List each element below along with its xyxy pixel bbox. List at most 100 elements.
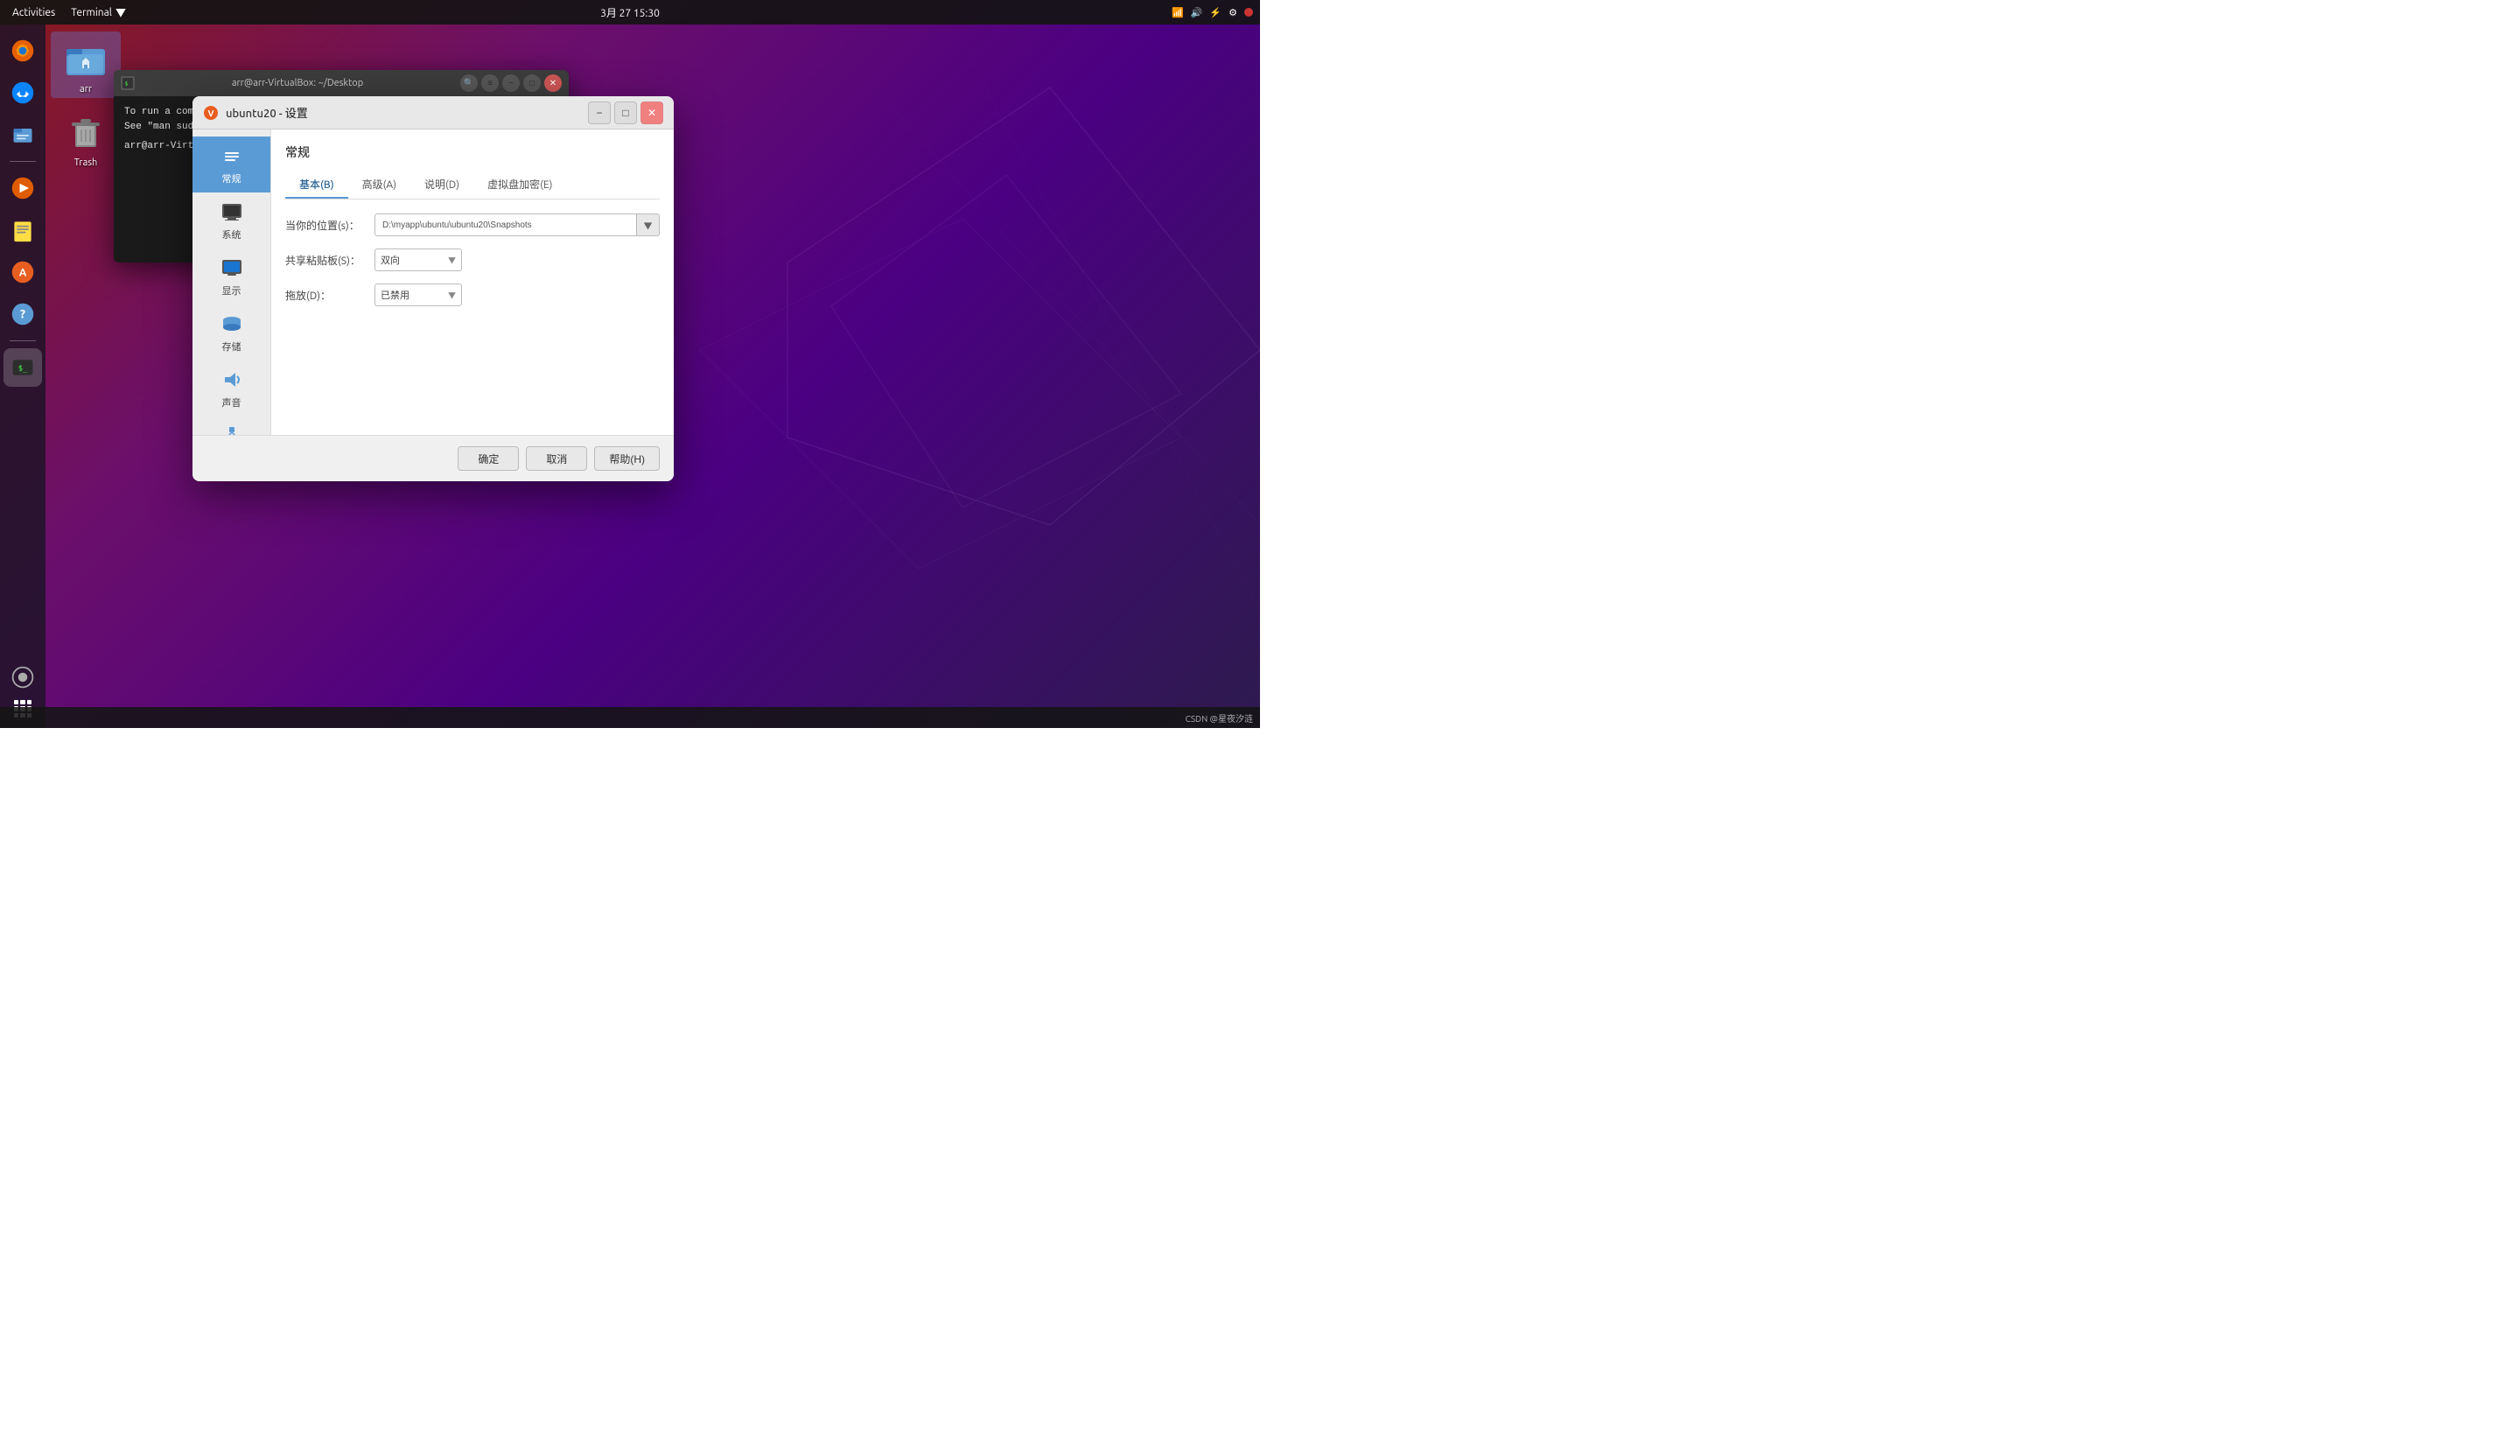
svg-text:?: ? (20, 306, 25, 320)
desktop: Activities Terminal ▼ 3月 27 15:30 📶 🔊 ⚡ … (0, 0, 1260, 728)
settings-row-location: 当你的位置(s)： ▼ (285, 214, 660, 236)
settings-titlebar: V ubuntu20 - 设置 − □ ✕ (192, 96, 674, 130)
location-dropdown-button[interactable]: ▼ (637, 214, 660, 236)
terminal-minimize-button[interactable]: − (502, 74, 520, 92)
settings-subtabs: 基本(B) 高级(A) 说明(D) 虚拟盘加密(E) (285, 172, 660, 200)
taskbar-separator-2 (10, 340, 36, 341)
svg-text:V: V (208, 108, 214, 118)
terminal-title-text: arr@arr-VirtualBox: ~/Desktop (142, 78, 453, 88)
arr-folder-icon (63, 35, 108, 80)
nav-item-storage[interactable]: 存储 (192, 304, 270, 360)
general-nav-icon (220, 144, 244, 168)
cancel-button[interactable]: 取消 (526, 446, 587, 471)
svg-text:$_: $_ (18, 365, 28, 374)
dragdrop-dropdown-value: 已禁用 (381, 288, 410, 302)
arr-label: arr (80, 84, 92, 94)
location-label: 当你的位置(s)： (285, 218, 364, 233)
settings-close-button[interactable]: ✕ (640, 102, 663, 124)
settings-content: 常规 系统 (192, 130, 674, 435)
tab-basic[interactable]: 基本(B) (285, 172, 348, 199)
desktop-icon-arr[interactable]: arr (51, 32, 121, 98)
svg-text:$: $ (125, 81, 129, 88)
location-input[interactable] (374, 214, 637, 236)
settings-title-icon: V (203, 105, 219, 121)
clipboard-value: 双向 ▼ (374, 248, 660, 271)
terminal-menu-label: Terminal (71, 7, 112, 18)
nav-item-display[interactable]: 显示 (192, 248, 270, 304)
location-input-group: ▼ (374, 214, 660, 236)
terminal-close-button[interactable]: ✕ (544, 74, 562, 92)
status-bar-right: CSDN @星夜汐涟 (1186, 711, 1253, 724)
taskbar-icon-notes[interactable] (4, 211, 42, 249)
taskbar-icon-help[interactable]: ? (4, 295, 42, 333)
tab-disk[interactable]: 虚拟盘加密(E) (473, 172, 566, 199)
audio-nav-icon (220, 368, 244, 392)
dragdrop-value: 已禁用 ▼ (374, 284, 660, 306)
clipboard-dropdown[interactable]: 双向 ▼ (374, 248, 462, 271)
nav-item-general[interactable]: 常规 (192, 136, 270, 192)
settings-section-title: 常规 (285, 144, 660, 161)
taskbar: A ? $_ (0, 24, 46, 728)
nav-label-storage: 存储 (222, 340, 242, 354)
tab-description[interactable]: 说明(D) (410, 172, 473, 199)
taskbar-icon-circle[interactable] (4, 658, 42, 696)
settings-maximize-button[interactable]: □ (614, 102, 637, 124)
taskbar-icon-firefox[interactable] (4, 32, 42, 70)
settings-row-clipboard: 共享粘贴板(S)： 双向 ▼ (285, 248, 660, 271)
status-bar: CSDN @星夜汐涟 (0, 707, 1260, 728)
storage-nav-icon (220, 312, 244, 336)
network-nav-icon (220, 424, 244, 435)
nav-item-audio[interactable]: 声音 (192, 360, 270, 416)
desktop-icon-trash[interactable]: Trash (51, 105, 121, 172)
taskbar-icon-terminal[interactable]: $_ (4, 348, 42, 387)
network-icon: 📶 (1172, 7, 1184, 18)
terminal-title-icon: $ (121, 76, 135, 90)
taskbar-separator-1 (10, 161, 36, 162)
settings-row-dragdrop: 拖放(D)： 已禁用 ▼ (285, 284, 660, 306)
activities-button[interactable]: Activities (7, 5, 60, 20)
svg-text:A: A (19, 267, 27, 278)
settings-nav: 常规 系统 (192, 130, 271, 435)
tab-advanced[interactable]: 高级(A) (348, 172, 410, 199)
top-bar-datetime: 3月 27 15:30 (600, 5, 660, 20)
terminal-menu[interactable]: Terminal ▼ (71, 5, 126, 20)
system-nav-icon (220, 200, 244, 224)
settings-main-panel: 常规 基本(B) 高级(A) 说明(D) 虚拟盘加密(E) 当你的位置(s)： … (271, 130, 674, 435)
taskbar-icon-files[interactable] (4, 116, 42, 154)
trash-icon (63, 108, 108, 154)
top-bar: Activities Terminal ▼ 3月 27 15:30 📶 🔊 ⚡ … (0, 0, 1260, 24)
settings-minimize-button[interactable]: − (588, 102, 611, 124)
nav-label-audio: 声音 (222, 396, 242, 410)
top-bar-left: Activities Terminal ▼ (7, 5, 126, 20)
nav-label-display: 显示 (222, 284, 242, 298)
settings-window-buttons: − □ ✕ (588, 102, 663, 124)
chevron-down-icon: ▼ (448, 290, 456, 301)
chevron-down-icon: ▼ (116, 5, 126, 20)
sound-icon[interactable]: 🔊 (1191, 7, 1203, 18)
desktop-icons: arr Trash (51, 32, 121, 172)
nav-item-network[interactable]: 网络 (192, 416, 270, 435)
terminal-search-button[interactable]: 🔍 (460, 74, 478, 92)
nav-item-system[interactable]: 系统 (192, 192, 270, 248)
trash-label: Trash (74, 158, 98, 168)
terminal-button-group: 🔍 ≡ − □ ✕ (460, 74, 562, 92)
terminal-titlebar: $ arr@arr-VirtualBox: ~/Desktop 🔍 ≡ − □ … (114, 70, 569, 96)
status-text: CSDN @星夜汐涟 (1186, 714, 1253, 724)
terminal-maximize-button[interactable]: □ (523, 74, 541, 92)
settings-footer: 确定 取消 帮助(H) (192, 435, 674, 481)
settings-title-text: ubuntu20 - 设置 (226, 104, 581, 121)
nav-label-system: 系统 (222, 228, 242, 242)
taskbar-icon-rhythmbox[interactable] (4, 169, 42, 207)
help-button[interactable]: 帮助(H) (594, 446, 660, 471)
taskbar-icon-thunderbird[interactable] (4, 74, 42, 112)
terminal-menu-button[interactable]: ≡ (481, 74, 499, 92)
ok-button[interactable]: 确定 (458, 446, 519, 471)
taskbar-icon-software[interactable]: A (4, 253, 42, 291)
power-icon[interactable]: ⚡ (1209, 7, 1222, 18)
display-nav-icon (220, 256, 244, 280)
top-bar-right: 📶 🔊 ⚡ ⚙ (1172, 7, 1253, 18)
location-value: ▼ (374, 214, 660, 236)
nav-label-general: 常规 (222, 172, 242, 186)
dragdrop-dropdown[interactable]: 已禁用 ▼ (374, 284, 462, 306)
settings-icon[interactable]: ⚙ (1228, 7, 1237, 18)
